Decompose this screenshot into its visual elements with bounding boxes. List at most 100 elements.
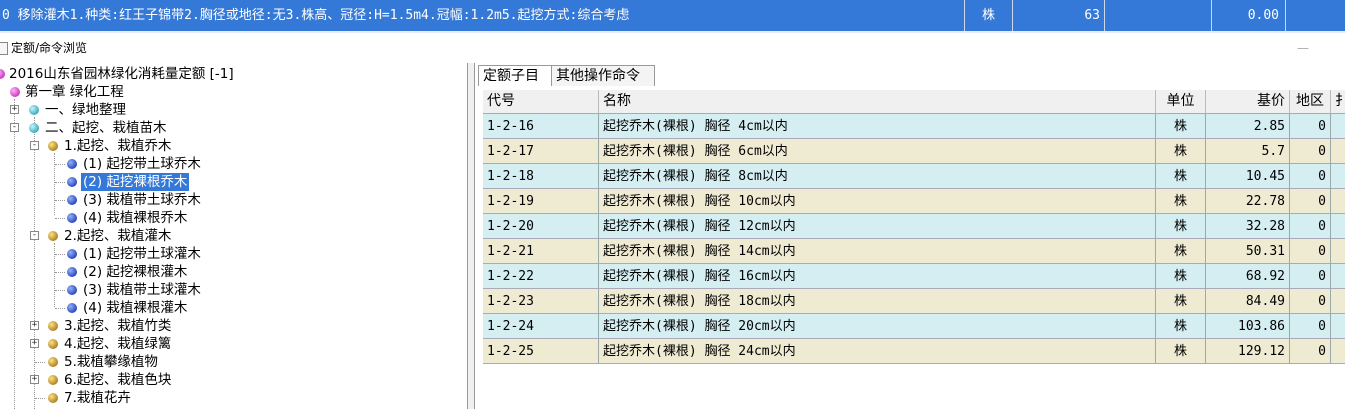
cell-region[interactable]: 0: [1290, 289, 1331, 314]
table-row[interactable]: 1-2-24 起挖乔木(裸根) 胸径 20cm以内株 103.86 0: [483, 314, 1345, 339]
cell-name[interactable]: 起挖乔木(裸根) 胸径 24cm以内: [599, 339, 1156, 364]
tree-node-hedges[interactable]: + 4.起挖、栽植绿篱: [0, 335, 467, 353]
tree-node-climbers[interactable]: 5.栽植攀缘植物: [0, 353, 467, 371]
cell-name[interactable]: 起挖乔木(裸根) 胸径 10cm以内: [599, 189, 1156, 214]
cell-code[interactable]: 1-2-16: [483, 114, 599, 139]
cell-next[interactable]: [1331, 114, 1345, 139]
tree-node-color-blocks[interactable]: + 6.起挖、栽植色块: [0, 371, 467, 389]
header-name[interactable]: 名称: [599, 90, 1156, 113]
cell-unit[interactable]: 株: [1156, 289, 1206, 314]
cell-name[interactable]: 起挖乔木(裸根) 胸径 16cm以内: [599, 264, 1156, 289]
cell-name[interactable]: 起挖乔木(裸根) 胸径 4cm以内: [599, 114, 1156, 139]
cell-unit[interactable]: 株: [1156, 239, 1206, 264]
tree-node-flowers[interactable]: 7.栽植花卉: [0, 389, 467, 407]
cell-base-price[interactable]: 5.7: [1206, 139, 1290, 164]
table-row[interactable]: 1-2-19 起挖乔木(裸根) 胸径 10cm以内株 22.78 0: [483, 189, 1345, 214]
cell-unit[interactable]: 株: [1156, 189, 1206, 214]
cell-name[interactable]: 起挖乔木(裸根) 胸径 18cm以内: [599, 289, 1156, 314]
cell-next[interactable]: [1331, 189, 1345, 214]
cell-region[interactable]: 0: [1290, 114, 1331, 139]
cell-unit[interactable]: 株: [1156, 214, 1206, 239]
tree-leaf[interactable]: (4) 栽植裸根乔木: [0, 209, 467, 227]
tree-leaf[interactable]: (1) 起挖带土球乔木: [0, 155, 467, 173]
cell-next[interactable]: [1331, 289, 1345, 314]
tree-leaf-selected[interactable]: (2) 起挖裸根乔木: [0, 172, 467, 192]
tree-node-planting[interactable]: - 二、起挖、栽植苗木: [0, 119, 467, 137]
cell-next[interactable]: [1331, 214, 1345, 239]
cell-region[interactable]: 0: [1290, 139, 1331, 164]
cell-name[interactable]: 起挖乔木(裸根) 胸径 14cm以内: [599, 239, 1156, 264]
cell-unit[interactable]: 株: [1156, 139, 1206, 164]
cell-code[interactable]: 1-2-21: [483, 239, 599, 264]
cell-name[interactable]: 起挖乔木(裸根) 胸径 8cm以内: [599, 164, 1156, 189]
tree-chapter[interactable]: 第一章 绿化工程: [0, 83, 467, 101]
item-empty-cell[interactable]: [1105, 0, 1212, 31]
cell-region[interactable]: 0: [1290, 264, 1331, 289]
cell-name[interactable]: 起挖乔木(裸根) 胸径 12cm以内: [599, 214, 1156, 239]
panel-minimize-button[interactable]: —: [1297, 37, 1309, 59]
cell-unit[interactable]: 株: [1156, 264, 1206, 289]
tree-leaf[interactable]: (3) 栽植带土球乔木: [0, 191, 467, 209]
cell-code[interactable]: 1-2-18: [483, 164, 599, 189]
tree-node-bamboo[interactable]: + 3.起挖、栽植竹类: [0, 317, 467, 335]
collapse-icon[interactable]: -: [30, 141, 39, 150]
collapse-icon[interactable]: -: [30, 231, 39, 240]
tree-node-shrubs[interactable]: - 2.起挖、栽植灌木: [0, 227, 467, 245]
cell-next[interactable]: [1331, 339, 1345, 364]
cell-name[interactable]: 起挖乔木(裸根) 胸径 20cm以内: [599, 314, 1156, 339]
cell-code[interactable]: 1-2-17: [483, 139, 599, 164]
header-code[interactable]: 代号: [483, 90, 599, 113]
cell-unit[interactable]: 株: [1156, 339, 1206, 364]
cell-unit[interactable]: 株: [1156, 114, 1206, 139]
cell-next[interactable]: [1331, 314, 1345, 339]
tab-other-commands[interactable]: 其他操作命令: [551, 65, 655, 86]
table-row[interactable]: 1-2-16 起挖乔木(裸根) 胸径 4cm以内株 2.85 0: [483, 114, 1345, 139]
cell-code[interactable]: 1-2-19: [483, 189, 599, 214]
cell-base-price[interactable]: 2.85: [1206, 114, 1290, 139]
table-row[interactable]: 1-2-23 起挖乔木(裸根) 胸径 18cm以内株 84.49 0: [483, 289, 1345, 314]
cell-region[interactable]: 0: [1290, 339, 1331, 364]
collapse-icon[interactable]: -: [10, 123, 19, 132]
tree-leaf[interactable]: (2) 起挖裸根灌木: [0, 263, 467, 281]
tree-root[interactable]: 2016山东省园林绿化消耗量定额 [-1]: [0, 65, 467, 83]
cell-region[interactable]: 0: [1290, 239, 1331, 264]
tree-node-site-prep[interactable]: + 一、绿地整理: [0, 101, 467, 119]
expand-icon[interactable]: +: [30, 375, 39, 384]
table-row[interactable]: 1-2-20 起挖乔木(裸根) 胸径 12cm以内株 32.28 0: [483, 214, 1345, 239]
item-description-cell[interactable]: 0 移除灌木1.种类:红王子锦带2.胸径或地径:无3.株高、冠径:H=1.5m4…: [0, 0, 965, 31]
header-next[interactable]: 扌: [1331, 90, 1345, 113]
cell-base-price[interactable]: 32.28: [1206, 214, 1290, 239]
cell-code[interactable]: 1-2-22: [483, 264, 599, 289]
tree-leaf[interactable]: (4) 栽植裸根灌木: [0, 299, 467, 317]
item-unit-cell[interactable]: 株: [965, 0, 1013, 31]
item-price-cell[interactable]: 0.00: [1212, 0, 1286, 31]
tree-leaf[interactable]: (1) 起挖带土球灌木: [0, 245, 467, 263]
cell-code[interactable]: 1-2-25: [483, 339, 599, 364]
cell-next[interactable]: [1331, 264, 1345, 289]
item-extra-cell[interactable]: [1286, 0, 1345, 31]
table-row[interactable]: 1-2-17 起挖乔木(裸根) 胸径 6cm以内株 5.7 0: [483, 139, 1345, 164]
cell-base-price[interactable]: 129.12: [1206, 339, 1290, 364]
cell-region[interactable]: 0: [1290, 314, 1331, 339]
header-base-price[interactable]: 基价: [1206, 90, 1290, 113]
table-row[interactable]: 1-2-22 起挖乔木(裸根) 胸径 16cm以内株 68.92 0: [483, 264, 1345, 289]
expand-icon[interactable]: +: [30, 339, 39, 348]
cell-base-price[interactable]: 68.92: [1206, 264, 1290, 289]
selected-item-row[interactable]: 0 移除灌木1.种类:红王子锦带2.胸径或地径:无3.株高、冠径:H=1.5m4…: [0, 0, 1345, 31]
tree-node-trees[interactable]: - 1.起挖、栽植乔木: [0, 137, 467, 155]
item-quantity-cell[interactable]: 63: [1013, 0, 1105, 31]
cell-base-price[interactable]: 84.49: [1206, 289, 1290, 314]
table-row[interactable]: 1-2-21 起挖乔木(裸根) 胸径 14cm以内株 50.31 0: [483, 239, 1345, 264]
cell-region[interactable]: 0: [1290, 214, 1331, 239]
cell-code[interactable]: 1-2-24: [483, 314, 599, 339]
cell-base-price[interactable]: 22.78: [1206, 189, 1290, 214]
panel-splitter[interactable]: [467, 63, 475, 409]
tree-leaf[interactable]: (3) 栽植带土球灌木: [0, 281, 467, 299]
cell-next[interactable]: [1331, 164, 1345, 189]
header-region[interactable]: 地区: [1290, 90, 1331, 113]
cell-region[interactable]: 0: [1290, 189, 1331, 214]
expand-icon[interactable]: +: [30, 321, 39, 330]
cell-region[interactable]: 0: [1290, 164, 1331, 189]
cell-next[interactable]: [1331, 139, 1345, 164]
cell-code[interactable]: 1-2-23: [483, 289, 599, 314]
